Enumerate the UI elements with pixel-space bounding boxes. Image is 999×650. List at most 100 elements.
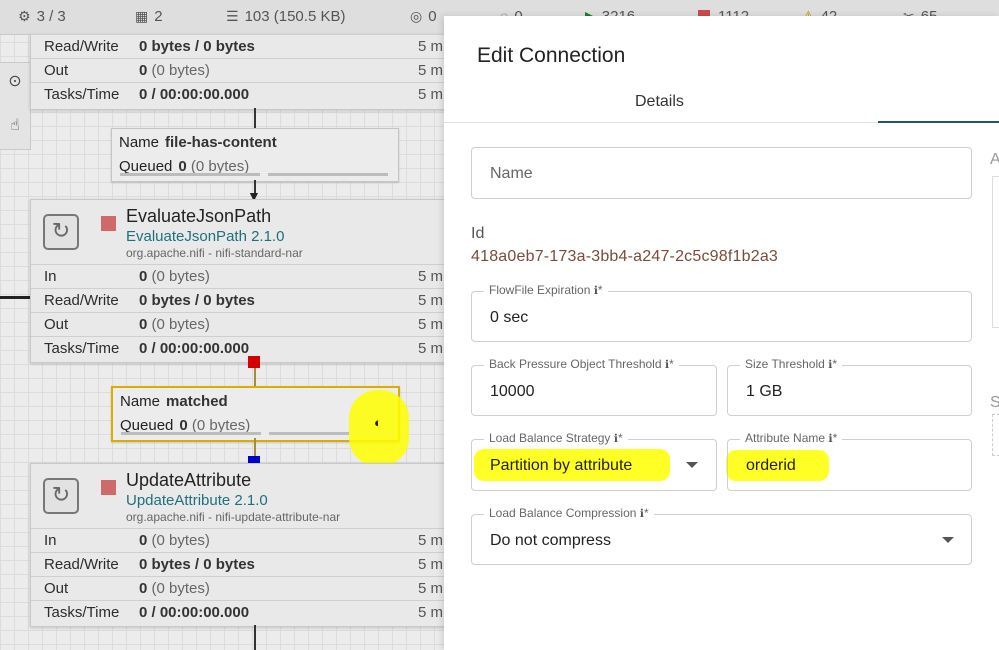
cluster-count: 3 / 3 — [36, 8, 66, 25]
stat-row-tasks: Tasks/Time 0 / 00:00:00.000 5 m — [31, 600, 445, 625]
processor-name: UpdateAttribute — [126, 470, 252, 490]
canvas-tools: ⊙ ☝ — [0, 62, 31, 150]
right-column-label: S — [990, 394, 999, 411]
connection-source-handle[interactable] — [248, 356, 260, 368]
row-value-size: (0 bytes) — [151, 316, 210, 333]
connection-label-file-has-content[interactable]: Name file-has-content Queued 0 (0 bytes) — [111, 128, 399, 182]
row-value: 0 (0 bytes) — [139, 580, 210, 597]
name-field[interactable]: Name — [471, 147, 972, 199]
stat-row-out: Out 0 (0 bytes) 5 m — [31, 312, 445, 337]
processor-updateattribute[interactable]: ↻ UpdateAttribute UpdateAttribute 2.1.0 … — [30, 463, 446, 627]
active-tab-indicator — [878, 121, 999, 123]
compass-icon[interactable]: ⊙ — [4, 71, 26, 93]
back-pressure-object-field[interactable]: Back Pressure Object Threshold ℹ* 10000 — [471, 357, 717, 416]
nodes-count: 2 — [154, 8, 163, 25]
info-icon[interactable]: ℹ — [828, 432, 832, 445]
queued-count: 103 (150.5 KB) — [244, 8, 346, 25]
row-time: 5 m — [418, 604, 444, 621]
row-label: In — [44, 268, 57, 285]
connection-name: file-has-content — [165, 134, 277, 151]
connection-name-row: Name matched — [120, 393, 228, 410]
row-value: 0 (0 bytes) — [139, 268, 210, 285]
load-balance-strategy-value: Partition by attribute — [490, 457, 633, 474]
stat-row-in: In 0 (0 bytes) 5 m — [31, 264, 445, 289]
connection-name: matched — [166, 393, 228, 410]
row-label: Out — [44, 580, 69, 597]
load-balance-strategy-label: Load Balance Strategy ℹ* — [484, 431, 628, 445]
row-value: 0 / 00:00:00.000 — [139, 86, 249, 103]
tab-details[interactable]: Details — [635, 93, 684, 111]
row-label: Out — [44, 62, 69, 79]
row-time: 5 m — [418, 556, 444, 573]
row-value-size: (0 bytes) — [151, 532, 210, 549]
row-value: 0 (0 bytes) — [139, 532, 210, 549]
info-icon[interactable]: ℹ — [614, 432, 618, 445]
label-text: Back Pressure Object Threshold — [489, 357, 662, 371]
flowfile-expiration-field[interactable]: FlowFile Expiration ℹ* 0 sec — [471, 283, 972, 342]
row-time: 5 m — [418, 316, 444, 333]
load-balance-strategy-select[interactable]: Load Balance Strategy ℹ* Partition by at… — [471, 431, 717, 491]
queue-bar-size — [269, 432, 349, 435]
connection-line[interactable] — [254, 625, 256, 650]
row-label: Read/Write — [44, 292, 119, 309]
incoming-connection-line[interactable] — [0, 296, 32, 299]
row-value-text: 0 bytes / 0 bytes — [139, 38, 255, 55]
row-value-text: 0 / 00:00:00.000 — [139, 604, 250, 621]
stat-row-readwrite: Read/Write 0 bytes / 0 bytes 5 m — [31, 288, 445, 313]
row-label: Tasks/Time — [44, 604, 120, 621]
label-text: FlowFile Expiration — [489, 283, 591, 297]
processor-type: UpdateAttribute 2.1.0 — [126, 492, 268, 509]
id-value: 418a0eb7-173a-3bb4-a247-2c5c98f1b2a3 — [471, 248, 779, 265]
row-label: Out — [44, 316, 69, 333]
id-label: Id — [471, 225, 485, 242]
stat-row-tasks: Tasks/Time 0 / 00:00:00.000 5 m — [31, 336, 445, 361]
cluster-icon: ⚙ — [18, 8, 31, 24]
row-time: 5 m — [418, 38, 444, 55]
info-icon[interactable]: ℹ — [828, 358, 832, 371]
queue-bar-count — [121, 432, 261, 435]
processor-icon: ↻ — [43, 214, 79, 250]
info-icon[interactable]: ℹ — [665, 358, 669, 371]
connection-line[interactable] — [254, 108, 256, 128]
row-value-text: 0 bytes / 0 bytes — [139, 292, 255, 309]
right-column-panel — [992, 176, 999, 328]
pointer-hand-icon[interactable]: ☝ — [4, 115, 26, 137]
row-value-text: 0 bytes / 0 bytes — [139, 556, 255, 573]
stat-row-readwrite: Read/Write 0 bytes / 0 bytes 5 m — [31, 552, 445, 577]
row-label: Tasks/Time — [44, 340, 120, 357]
row-label: Tasks/Time — [44, 86, 120, 103]
processor-icon: ↻ — [43, 478, 79, 514]
chevron-down-icon[interactable] — [686, 462, 698, 468]
chevron-down-icon[interactable] — [942, 537, 954, 543]
right-column-label: A — [990, 151, 999, 168]
target-icon: ◎ — [410, 8, 423, 24]
row-value-text: 0 / 00:00:00.000 — [139, 86, 250, 103]
attribute-name-field[interactable]: Attribute Name ℹ* orderid — [727, 431, 972, 491]
row-label: In — [44, 532, 57, 549]
row-value-size: (0 bytes) — [151, 62, 210, 79]
info-icon[interactable]: ℹ — [640, 507, 644, 520]
stat-row-out: Out 0 (0 bytes) 5 m — [31, 576, 445, 601]
row-time: 5 m — [418, 532, 444, 549]
row-time: 5 m — [418, 86, 444, 103]
info-icon[interactable]: ℹ — [594, 284, 598, 297]
processor-evaluatejsonpath[interactable]: ↻ EvaluateJsonPath EvaluateJsonPath 2.1.… — [30, 199, 446, 363]
connection-line-selected[interactable] — [254, 368, 256, 386]
row-value: 0 (0 bytes) — [139, 316, 210, 333]
row-time: 5 m — [418, 292, 444, 309]
queued-stat: ☰ 103 (150.5 KB) — [226, 8, 345, 25]
grid-icon: ▦ — [135, 8, 149, 24]
row-value: 0 bytes / 0 bytes — [139, 292, 255, 309]
connection-line-selected[interactable] — [254, 438, 256, 456]
transmitting-count: 0 — [428, 8, 437, 25]
attribute-name-label: Attribute Name ℹ* — [740, 431, 843, 445]
row-value-count: 0 — [139, 62, 148, 79]
processor-top[interactable]: Read/Write 0 bytes / 0 bytes 5 m Out 0 (… — [30, 34, 446, 110]
processor-type: EvaluateJsonPath 2.1.0 — [126, 228, 285, 245]
load-balance-icon[interactable]: ◐ — [374, 415, 382, 430]
size-threshold-field[interactable]: Size Threshold ℹ* 1 GB — [727, 357, 972, 416]
row-value-count: 0 — [139, 268, 148, 285]
load-balance-compression-select[interactable]: Load Balance Compression ℹ* Do not compr… — [471, 506, 972, 565]
processor-bundle: org.apache.nifi - nifi-standard-nar — [126, 246, 303, 260]
label-text: Load Balance Strategy — [489, 431, 611, 445]
